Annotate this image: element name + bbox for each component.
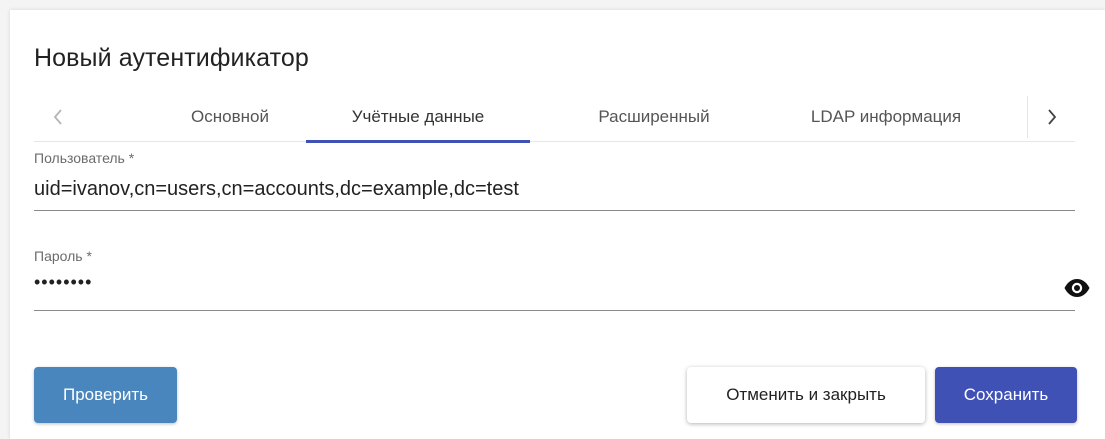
password-field-underline xyxy=(34,310,1075,311)
tab-ldap-info-label: LDAP информация xyxy=(810,107,962,126)
password-input[interactable]: •••••••• xyxy=(34,272,1075,293)
authenticator-dialog: Новый аутентификатор Основной Учётные да… xyxy=(10,10,1105,439)
tabs-prev-button[interactable] xyxy=(34,92,82,142)
password-field-label: Пароль * xyxy=(34,248,92,264)
check-button[interactable]: Проверить xyxy=(34,367,177,423)
password-field[interactable]: Пароль * •••••••• xyxy=(34,248,1075,312)
dialog-title: Новый аутентификатор xyxy=(34,44,309,72)
tab-credentials-label: Учётные данные xyxy=(351,107,485,126)
user-field-label: Пользователь * xyxy=(34,150,135,166)
cancel-and-close-button[interactable]: Отменить и закрыть xyxy=(687,367,925,423)
save-button[interactable]: Сохранить xyxy=(935,367,1077,423)
chevron-right-icon xyxy=(1047,109,1056,125)
tabs-next-button[interactable] xyxy=(1027,96,1075,138)
user-input[interactable]: uid=ivanov,cn=users,cn=accounts,dc=examp… xyxy=(34,178,1075,201)
tab-ldap-info[interactable]: LDAP информация xyxy=(774,92,998,142)
tab-main-label: Основной xyxy=(191,107,269,126)
tab-credentials[interactable]: Учётные данные xyxy=(306,92,530,143)
tab-bar: Основной Учётные данные Расширенный LDAP… xyxy=(34,92,1075,143)
chevron-left-icon xyxy=(53,109,62,125)
active-tab-indicator xyxy=(306,140,530,143)
user-field-underline xyxy=(34,210,1075,211)
eye-icon xyxy=(1064,279,1090,297)
tab-main[interactable]: Основной xyxy=(130,92,330,142)
user-field[interactable]: Пользователь * uid=ivanov,cn=users,cn=ac… xyxy=(34,150,1075,212)
tab-advanced[interactable]: Расширенный xyxy=(554,92,754,142)
tab-advanced-label: Расширенный xyxy=(598,107,710,126)
toggle-password-visibility-button[interactable] xyxy=(1063,278,1091,298)
